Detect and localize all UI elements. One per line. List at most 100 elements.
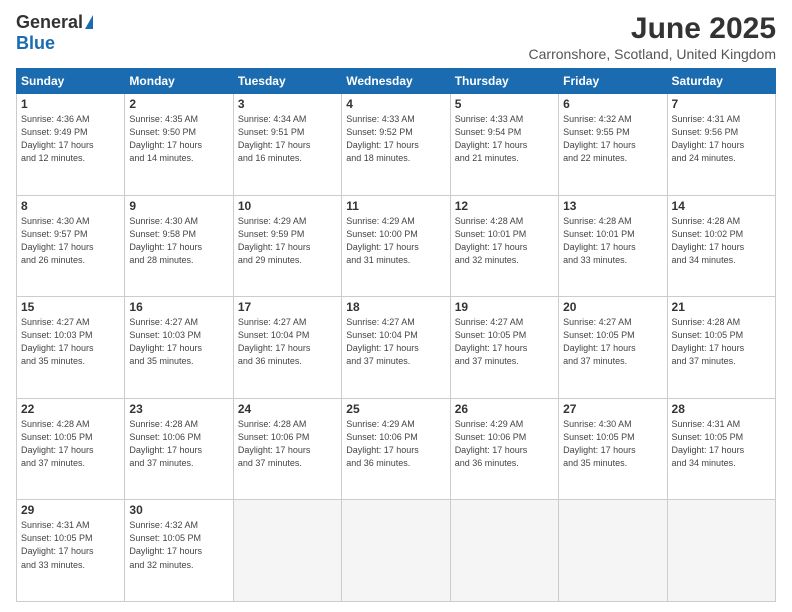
day-number: 28 (672, 402, 771, 416)
day-number: 24 (238, 402, 337, 416)
day-number: 5 (455, 97, 554, 111)
day-number: 1 (21, 97, 120, 111)
logo-blue-text: Blue (16, 33, 55, 54)
day-cell: 30 Sunrise: 4:32 AM Sunset: 10:05 PM Dayl… (125, 500, 233, 602)
day-info: Sunrise: 4:27 AM Sunset: 10:05 PM Daylig… (563, 316, 662, 368)
location-title: Carronshore, Scotland, United Kingdom (529, 46, 776, 62)
day-number: 2 (129, 97, 228, 111)
day-number: 15 (21, 300, 120, 314)
day-number: 12 (455, 199, 554, 213)
day-cell: 11 Sunrise: 4:29 AM Sunset: 10:00 PM Dayl… (342, 195, 450, 297)
day-info: Sunrise: 4:30 AM Sunset: 10:05 PM Daylig… (563, 418, 662, 470)
day-cell (667, 500, 775, 602)
header-cell-saturday: Saturday (667, 69, 775, 94)
week-row-5: 29 Sunrise: 4:31 AM Sunset: 10:05 PM Dayl… (17, 500, 776, 602)
day-number: 7 (672, 97, 771, 111)
day-number: 21 (672, 300, 771, 314)
week-row-4: 22Sunrise: 4:28 AM Sunset: 10:05 PM Dayl… (17, 398, 776, 500)
day-cell (233, 500, 341, 602)
day-number: 29 (21, 503, 120, 517)
day-info: Sunrise: 4:28 AM Sunset: 10:01 PM Daylig… (563, 215, 662, 267)
day-info: Sunrise: 4:27 AM Sunset: 10:05 PM Daylig… (455, 316, 554, 368)
day-info: Sunrise: 4:29 AM Sunset: 10:06 PM Daylig… (346, 418, 445, 470)
day-number: 16 (129, 300, 228, 314)
day-info: Sunrise: 4:32 AM Sunset: 10:05 PM Daylig… (129, 519, 228, 571)
day-info: Sunrise: 4:28 AM Sunset: 10:02 PM Daylig… (672, 215, 771, 267)
day-info: Sunrise: 4:30 AM Sunset: 9:57 PM Dayligh… (21, 215, 120, 267)
day-info: Sunrise: 4:33 AM Sunset: 9:52 PM Dayligh… (346, 113, 445, 165)
day-info: Sunrise: 4:30 AM Sunset: 9:58 PM Dayligh… (129, 215, 228, 267)
day-cell: 19 Sunrise: 4:27 AM Sunset: 10:05 PM Dayl… (450, 297, 558, 399)
day-cell: 15 Sunrise: 4:27 AM Sunset: 10:03 PM Dayl… (17, 297, 125, 399)
day-cell: 25Sunrise: 4:29 AM Sunset: 10:06 PM Dayl… (342, 398, 450, 500)
day-info: Sunrise: 4:28 AM Sunset: 10:06 PM Daylig… (129, 418, 228, 470)
day-cell: 21Sunrise: 4:28 AM Sunset: 10:05 PM Dayl… (667, 297, 775, 399)
day-number: 18 (346, 300, 445, 314)
day-cell: 8 Sunrise: 4:30 AM Sunset: 9:57 PM Daylig… (17, 195, 125, 297)
day-number: 9 (129, 199, 228, 213)
day-cell: 14 Sunrise: 4:28 AM Sunset: 10:02 PM Dayl… (667, 195, 775, 297)
week-row-1: 1Sunrise: 4:36 AM Sunset: 9:49 PM Daylig… (17, 94, 776, 196)
logo-triangle-icon (85, 15, 93, 29)
day-cell (342, 500, 450, 602)
day-number: 3 (238, 97, 337, 111)
header-cell-friday: Friday (559, 69, 667, 94)
day-number: 20 (563, 300, 662, 314)
title-block: June 2025 Carronshore, Scotland, United … (529, 12, 776, 62)
day-cell: 18Sunrise: 4:27 AM Sunset: 10:04 PM Dayl… (342, 297, 450, 399)
day-cell: 3 Sunrise: 4:34 AM Sunset: 9:51 PM Daylig… (233, 94, 341, 196)
day-info: Sunrise: 4:29 AM Sunset: 10:00 PM Daylig… (346, 215, 445, 267)
month-title: June 2025 (529, 12, 776, 46)
day-number: 13 (563, 199, 662, 213)
day-cell: 12 Sunrise: 4:28 AM Sunset: 10:01 PM Dayl… (450, 195, 558, 297)
day-cell: 10 Sunrise: 4:29 AM Sunset: 9:59 PM Dayli… (233, 195, 341, 297)
day-number: 11 (346, 199, 445, 213)
day-info: Sunrise: 4:33 AM Sunset: 9:54 PM Dayligh… (455, 113, 554, 165)
day-cell: 5 Sunrise: 4:33 AM Sunset: 9:54 PM Daylig… (450, 94, 558, 196)
day-cell (450, 500, 558, 602)
day-info: Sunrise: 4:27 AM Sunset: 10:04 PM Daylig… (238, 316, 337, 368)
day-number: 10 (238, 199, 337, 213)
day-cell: 22Sunrise: 4:28 AM Sunset: 10:05 PM Dayl… (17, 398, 125, 500)
day-info: Sunrise: 4:29 AM Sunset: 9:59 PM Dayligh… (238, 215, 337, 267)
day-number: 26 (455, 402, 554, 416)
day-number: 8 (21, 199, 120, 213)
day-cell: 2Sunrise: 4:35 AM Sunset: 9:50 PM Daylig… (125, 94, 233, 196)
day-cell: 24Sunrise: 4:28 AM Sunset: 10:06 PM Dayl… (233, 398, 341, 500)
day-info: Sunrise: 4:27 AM Sunset: 10:03 PM Daylig… (21, 316, 120, 368)
day-cell: 26 Sunrise: 4:29 AM Sunset: 10:06 PM Dayl… (450, 398, 558, 500)
day-number: 27 (563, 402, 662, 416)
day-info: Sunrise: 4:32 AM Sunset: 9:55 PM Dayligh… (563, 113, 662, 165)
day-cell: 27 Sunrise: 4:30 AM Sunset: 10:05 PM Dayl… (559, 398, 667, 500)
header-cell-monday: Monday (125, 69, 233, 94)
day-cell: 1Sunrise: 4:36 AM Sunset: 9:49 PM Daylig… (17, 94, 125, 196)
header-cell-tuesday: Tuesday (233, 69, 341, 94)
logo-general-text: General (16, 12, 83, 33)
week-row-2: 8 Sunrise: 4:30 AM Sunset: 9:57 PM Daylig… (17, 195, 776, 297)
header-row: SundayMondayTuesdayWednesdayThursdayFrid… (17, 69, 776, 94)
day-number: 17 (238, 300, 337, 314)
day-cell: 23 Sunrise: 4:28 AM Sunset: 10:06 PM Dayl… (125, 398, 233, 500)
day-info: Sunrise: 4:31 AM Sunset: 10:05 PM Daylig… (21, 519, 120, 571)
day-info: Sunrise: 4:31 AM Sunset: 9:56 PM Dayligh… (672, 113, 771, 165)
day-cell: 4Sunrise: 4:33 AM Sunset: 9:52 PM Daylig… (342, 94, 450, 196)
day-info: Sunrise: 4:29 AM Sunset: 10:06 PM Daylig… (455, 418, 554, 470)
logo: General Blue (16, 12, 93, 54)
day-cell: 6 Sunrise: 4:32 AM Sunset: 9:55 PM Daylig… (559, 94, 667, 196)
day-cell (559, 500, 667, 602)
day-cell: 29 Sunrise: 4:31 AM Sunset: 10:05 PM Dayl… (17, 500, 125, 602)
day-number: 23 (129, 402, 228, 416)
day-number: 6 (563, 97, 662, 111)
day-info: Sunrise: 4:34 AM Sunset: 9:51 PM Dayligh… (238, 113, 337, 165)
day-number: 19 (455, 300, 554, 314)
calendar-table: SundayMondayTuesdayWednesdayThursdayFrid… (16, 68, 776, 602)
day-number: 14 (672, 199, 771, 213)
day-cell: 20 Sunrise: 4:27 AM Sunset: 10:05 PM Dayl… (559, 297, 667, 399)
day-info: Sunrise: 4:31 AM Sunset: 10:05 PM Daylig… (672, 418, 771, 470)
day-info: Sunrise: 4:28 AM Sunset: 10:05 PM Daylig… (21, 418, 120, 470)
day-cell: 13 Sunrise: 4:28 AM Sunset: 10:01 PM Dayl… (559, 195, 667, 297)
week-row-3: 15 Sunrise: 4:27 AM Sunset: 10:03 PM Dayl… (17, 297, 776, 399)
day-cell: 16Sunrise: 4:27 AM Sunset: 10:03 PM Dayl… (125, 297, 233, 399)
day-number: 30 (129, 503, 228, 517)
day-info: Sunrise: 4:28 AM Sunset: 10:01 PM Daylig… (455, 215, 554, 267)
